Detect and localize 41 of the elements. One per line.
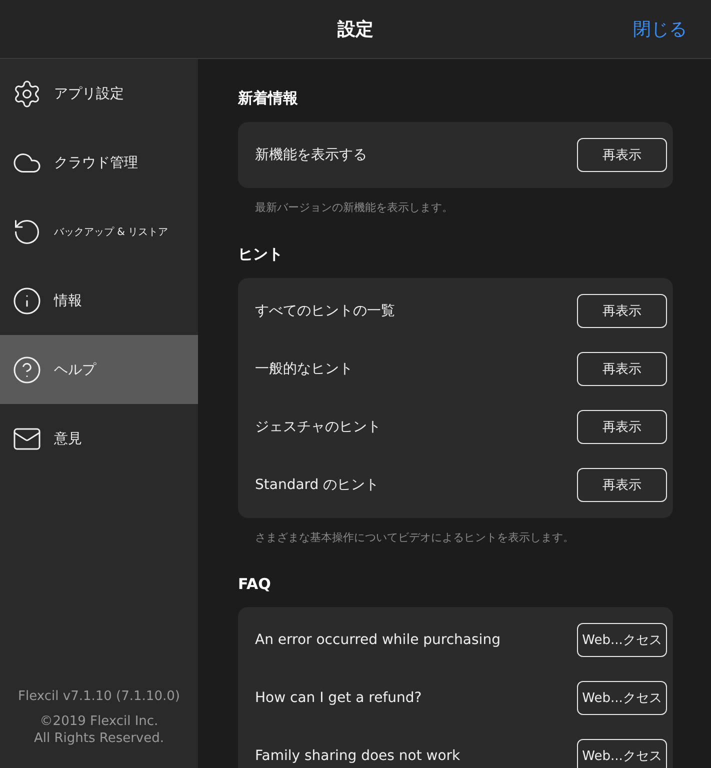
row-label: すべてのヒントの一覧: [255, 302, 395, 320]
row-label: Standard のヒント: [255, 476, 380, 494]
sidebar-label: 情報: [54, 292, 82, 310]
sidebar-label: アプリ設定: [54, 84, 124, 102]
row-label: How can I get a refund?: [255, 690, 422, 706]
section-note: さまざまな基本操作についてビデオによるヒントを表示します。: [254, 530, 575, 545]
sidebar-item[interactable]: アプリ設定: [0, 59, 198, 128]
row-button[interactable]: Web...クセス: [577, 681, 667, 715]
sidebar-item[interactable]: バックアップ & リストア: [0, 197, 198, 266]
info-icon: [12, 286, 42, 316]
section-note: 最新バージョンの新機能を表示します。: [254, 200, 454, 215]
row-button[interactable]: 再表示: [577, 468, 667, 502]
close-button[interactable]: 閉じる: [633, 17, 687, 41]
version-text: Flexcil v7.1.10 (7.1.10.0): [18, 689, 180, 704]
row-label: Family sharing does not work: [255, 748, 460, 764]
sidebar-label: クラウド管理: [54, 154, 138, 172]
sidebar-item[interactable]: ヘルプ: [0, 335, 198, 404]
sidebar-item[interactable]: 意見: [0, 404, 198, 473]
row-label: An error occurred while purchasing: [255, 632, 500, 648]
row-label: 一般的なヒント: [255, 360, 353, 378]
section-title: FAQ: [238, 575, 272, 593]
row-button[interactable]: Web...クセス: [577, 623, 667, 657]
row-button[interactable]: 再表示: [577, 410, 667, 444]
row-button[interactable]: Web...クセス: [577, 739, 667, 768]
sidebar-label: 意見: [54, 430, 82, 448]
row-button[interactable]: 再表示: [577, 294, 667, 328]
sidebar-item[interactable]: 情報: [0, 266, 198, 335]
row-label: ジェスチャのヒント: [255, 418, 381, 436]
sidebar-label: バックアップ & リストア: [54, 226, 168, 238]
sidebar-item[interactable]: クラウド管理: [0, 128, 198, 197]
section-title: 新着情報: [238, 89, 299, 108]
row-button[interactable]: 再表示: [577, 352, 667, 386]
settings-icon: [12, 78, 42, 108]
section-title: ヒント: [238, 245, 284, 264]
row-button[interactable]: 再表示: [577, 138, 667, 172]
help-icon: [12, 354, 42, 384]
window-title: 設定: [338, 18, 374, 41]
copyright-text: ©2019 Flexcil Inc.: [40, 714, 158, 729]
copyright-text: All Rights Reserved.: [34, 731, 164, 746]
row-label: 新機能を表示する: [255, 146, 367, 164]
sidebar-label: ヘルプ: [54, 360, 96, 378]
